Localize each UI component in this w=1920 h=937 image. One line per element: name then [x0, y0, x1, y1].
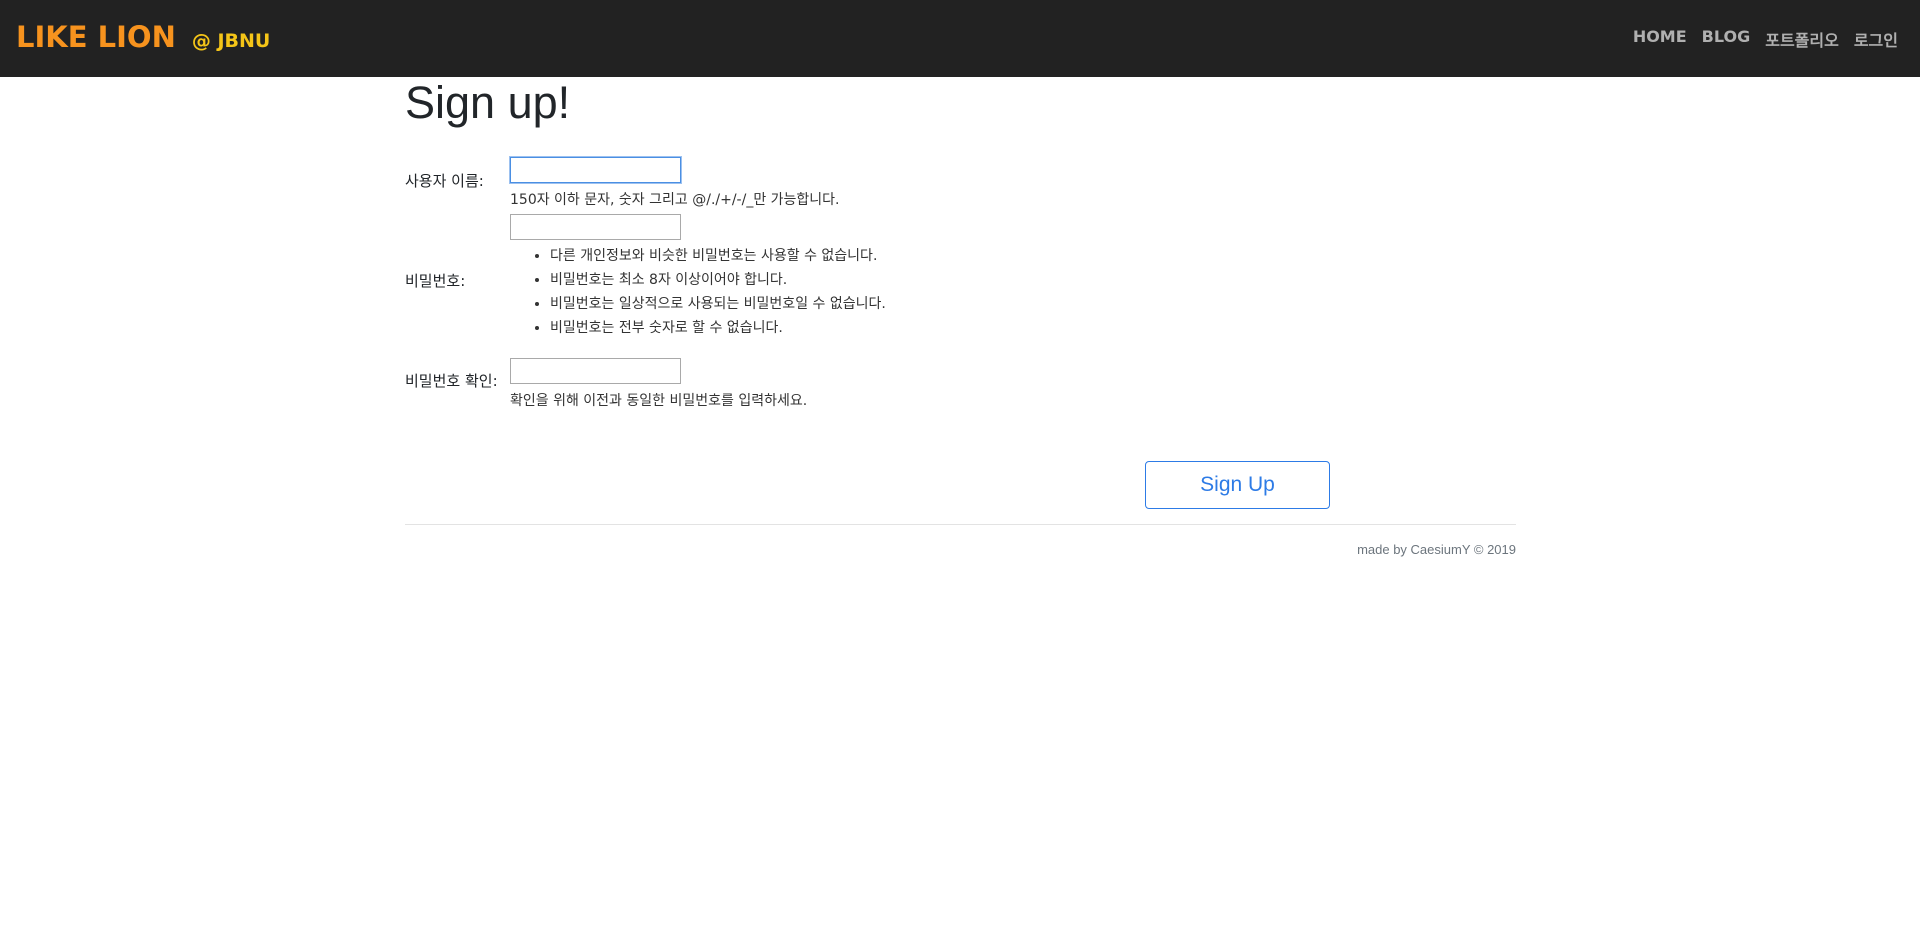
password-confirm-label: 비밀번호 확인:: [405, 372, 498, 390]
nav-menu: HOME BLOG 포트폴리오 로그인: [1633, 27, 1898, 51]
password-rule-item: 다른 개인정보와 비슷한 비밀번호는 사용할 수 없습니다.: [550, 244, 886, 268]
top-navbar: LIKE LION @ JBNU HOME BLOG 포트폴리오 로그인: [0, 0, 1920, 77]
username-help-text: 150자 이하 문자, 숫자 그리고 @/./+/-/_만 가능합니다.: [510, 192, 840, 208]
nav-home-link[interactable]: HOME: [1633, 27, 1687, 51]
nav-blog-link[interactable]: BLOG: [1702, 27, 1751, 51]
password-rule-item: 비밀번호는 일상적으로 사용되는 비밀번호일 수 없습니다.: [550, 292, 886, 316]
username-input[interactable]: [510, 157, 681, 183]
password-rules-list: 다른 개인정보와 비슷한 비밀번호는 사용할 수 없습니다. 비밀번호는 최소 …: [510, 244, 886, 340]
sign-up-button[interactable]: Sign Up: [1145, 461, 1330, 509]
password-input[interactable]: [510, 214, 681, 240]
nav-portfolio-link[interactable]: 포트폴리오: [1765, 27, 1839, 51]
footer-credit: made by CaesiumY © 2019: [1357, 542, 1516, 557]
page-title: Sign up!: [405, 77, 571, 128]
nav-login-link[interactable]: 로그인: [1854, 27, 1898, 51]
brand-title[interactable]: LIKE LION: [16, 20, 176, 54]
password-confirm-input[interactable]: [510, 358, 681, 384]
password-rule-item: 비밀번호는 전부 숫자로 할 수 없습니다.: [550, 316, 886, 340]
brand-subtitle[interactable]: @ JBNU: [192, 30, 271, 52]
username-label: 사용자 이름:: [405, 172, 484, 190]
password-rule-item: 비밀번호는 최소 8자 이상이어야 합니다.: [550, 268, 886, 292]
password-confirm-help-text: 확인을 위해 이전과 동일한 비밀번호를 입력하세요.: [510, 393, 808, 409]
footer-divider: [405, 524, 1516, 525]
brand-logo[interactable]: LIKE LION @ JBNU: [16, 20, 270, 54]
password-label: 비밀번호:: [405, 272, 466, 290]
